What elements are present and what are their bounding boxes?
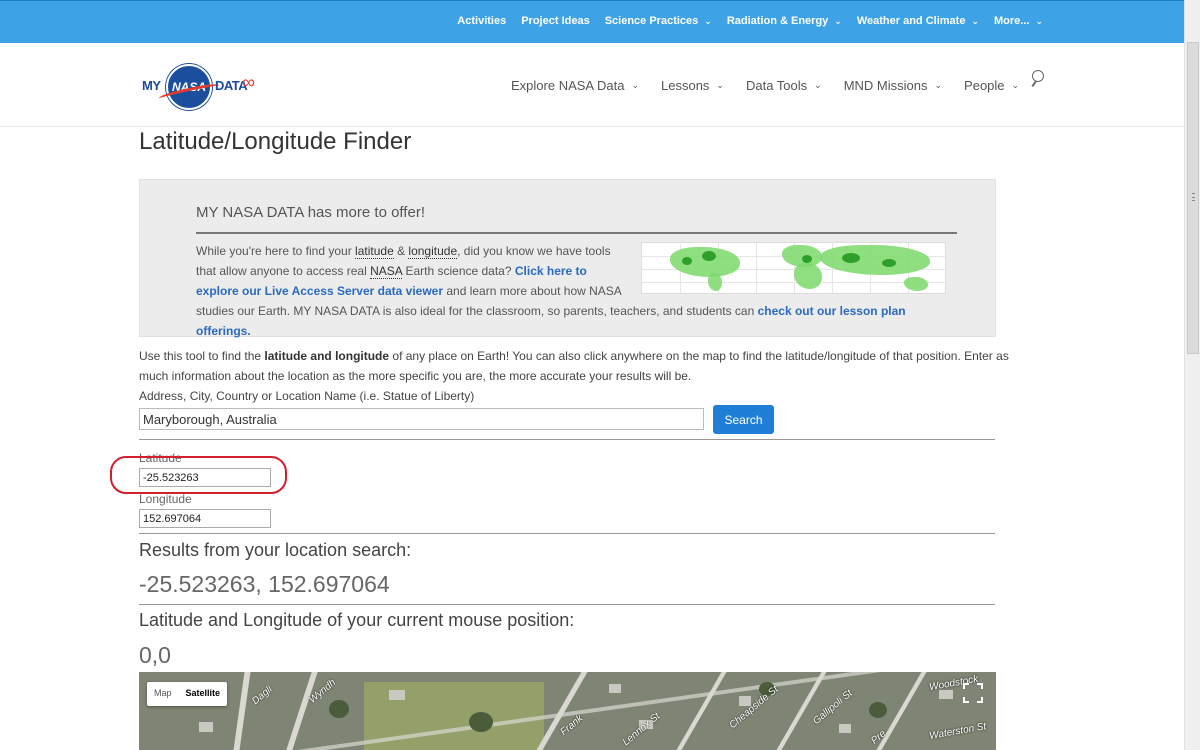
chevron-down-icon: ⌄ xyxy=(1011,80,1020,90)
chevron-down-icon: ⌄ xyxy=(814,80,822,90)
scrollbar-thumb[interactable] xyxy=(1187,42,1199,354)
satellite-map[interactable]: Dagli Wyndh Frank Lennox St Cheapside St… xyxy=(139,672,996,750)
nav-mnd-missions[interactable]: MND Missions ⌄ xyxy=(844,78,942,93)
fullscreen-icon[interactable] xyxy=(960,680,986,706)
tool-instructions: Use this tool to find the latitude and l… xyxy=(139,346,1009,406)
grip-icon xyxy=(1192,193,1195,201)
chevron-down-icon: ⌄ xyxy=(1035,15,1043,26)
map-type-control: Map Satellite xyxy=(147,682,228,706)
map-type-satellite-button[interactable]: Satellite xyxy=(179,682,228,706)
top-nav-label: Weather and Climate xyxy=(856,15,966,27)
latitude-term[interactable]: latitude xyxy=(355,244,394,259)
divider xyxy=(139,533,995,534)
nav-people[interactable]: People ⌄ xyxy=(964,78,1019,93)
intro-text-a: Use this tool to find the xyxy=(139,349,265,363)
promo-text-1: While you're here to find your xyxy=(196,244,356,258)
top-nav-radiation-energy[interactable]: Radiation & Energy ⌄ xyxy=(727,15,842,27)
promo-text: While you're here to find your latitude … xyxy=(196,241,946,341)
top-nav-label: Science Practices xyxy=(604,15,699,27)
top-nav-science-practices[interactable]: Science Practices ⌄ xyxy=(605,15,712,27)
top-nav-more[interactable]: More... ⌄ xyxy=(994,15,1043,27)
page-scrollbar[interactable] xyxy=(1184,0,1200,750)
global-data-map-image xyxy=(641,242,946,294)
main-nav: Explore NASA Data ⌄ Lessons ⌄ Data Tools ⌄ … xyxy=(511,78,1019,93)
longitude-label: Longitude xyxy=(139,492,192,506)
chevron-down-icon: ⌄ xyxy=(971,15,979,26)
promo-title: MY NASA DATA has more to offer! xyxy=(196,204,425,221)
top-nav-weather-climate[interactable]: Weather and Climate ⌄ xyxy=(857,15,979,27)
search-button[interactable]: Search xyxy=(713,405,774,434)
nav-explore-nasa-data[interactable]: Explore NASA Data ⌄ xyxy=(511,78,639,93)
address-label: Address, City, Country or Location Name … xyxy=(139,389,475,403)
nav-label: Data Tools xyxy=(745,78,808,93)
top-nav-project-ideas[interactable]: Project Ideas xyxy=(521,15,589,27)
top-nav-label: Project Ideas xyxy=(521,15,590,27)
nav-data-tools[interactable]: Data Tools ⌄ xyxy=(746,78,822,93)
nav-lessons[interactable]: Lessons ⌄ xyxy=(661,78,724,93)
logo-a-mark: ∞ xyxy=(242,72,255,92)
top-nav-label: More... xyxy=(994,15,1030,27)
nav-label: MND Missions xyxy=(843,78,928,93)
promo-text-3: Earth science data? xyxy=(402,264,515,278)
map-type-map-button[interactable]: Map xyxy=(147,682,179,706)
top-nav-list: Activities Project Ideas Science Practic… xyxy=(457,15,1043,27)
divider xyxy=(139,604,995,605)
longitude-field[interactable] xyxy=(139,509,271,528)
promo-box: MY NASA DATA has more to offer! While yo… xyxy=(139,179,996,338)
nav-label: Explore NASA Data xyxy=(511,78,625,93)
top-nav-label: Radiation & Energy xyxy=(726,15,829,27)
top-nav-activities[interactable]: Activities xyxy=(457,15,506,27)
chevron-down-icon: ⌄ xyxy=(704,15,712,26)
chevron-down-icon: ⌄ xyxy=(631,80,639,90)
address-input[interactable] xyxy=(139,408,704,430)
site-header: MY NASA DATA ∞ Explore NASA Data ⌄ Lesson… xyxy=(0,43,1184,127)
top-nav-bar: Activities Project Ideas Science Practic… xyxy=(0,0,1184,43)
mouse-position-value: 0,0 xyxy=(139,642,171,668)
search-icon[interactable] xyxy=(1030,70,1046,88)
highlight-circle xyxy=(110,456,287,494)
chevron-down-icon: ⌄ xyxy=(934,80,943,90)
mouse-position-heading: Latitude and Longitude of your current m… xyxy=(139,610,575,630)
nav-label: Lessons xyxy=(661,78,710,93)
page-title: Latitude/Longitude Finder xyxy=(139,128,412,155)
nasa-term[interactable]: NASA xyxy=(370,264,403,279)
results-heading: Results from your location search: xyxy=(139,540,412,560)
promo-divider xyxy=(196,232,957,234)
intro-text-b: latitude and longitude xyxy=(264,349,390,363)
top-nav-label: Activities xyxy=(457,15,507,27)
divider xyxy=(139,439,995,440)
promo-amp: & xyxy=(393,244,409,258)
nav-label: People xyxy=(964,78,1005,93)
logo-word-my: MY xyxy=(142,78,161,93)
results-value: -25.523263, 152.697064 xyxy=(139,571,390,597)
chevron-down-icon: ⌄ xyxy=(716,80,724,90)
longitude-term[interactable]: longitude xyxy=(408,244,458,259)
my-nasa-data-logo[interactable]: MY NASA DATA ∞ xyxy=(142,64,257,110)
chevron-down-icon: ⌄ xyxy=(834,15,842,26)
